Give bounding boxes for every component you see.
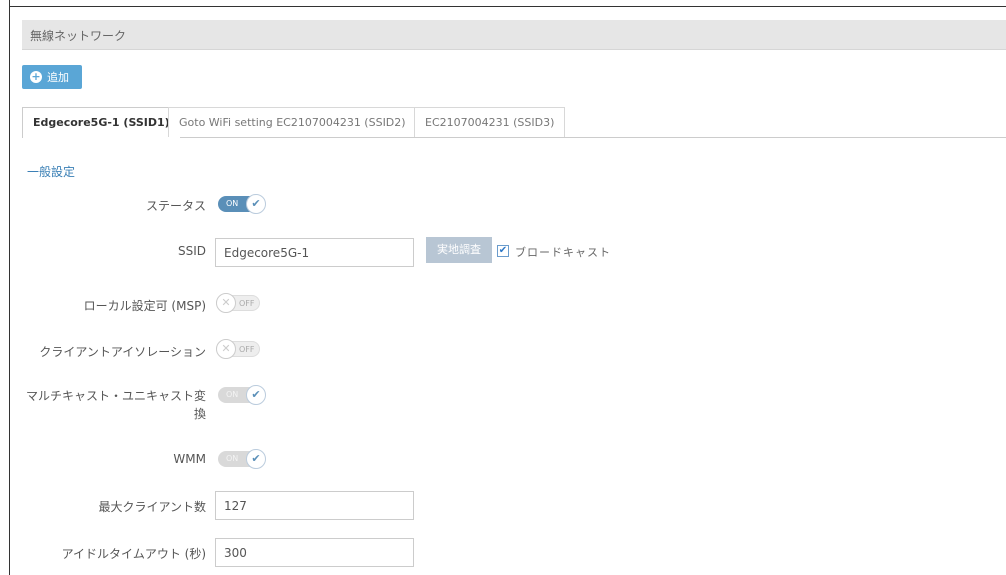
add-button-label: 追加	[47, 71, 69, 84]
ssid-label: SSID	[177, 244, 206, 258]
multicast-label: マルチキャスト・ユニキャスト変 換	[26, 387, 206, 423]
plus-circle-icon: +	[30, 70, 42, 83]
status-label: ステータス	[145, 199, 206, 213]
max-clients-input[interactable]: 127	[215, 491, 414, 520]
x-icon: ✕	[216, 339, 236, 359]
tab-ssid3[interactable]: EC2107004231 (SSID3)	[414, 107, 566, 137]
tab-ssid1[interactable]: Edgecore5G-1 (SSID1)	[22, 107, 181, 138]
wmm-label: WMM	[173, 452, 206, 466]
tab-ssid2[interactable]: Goto WiFi setting EC2107004231 (SSID2)	[168, 107, 417, 137]
multicast-label-line2: 換	[193, 407, 206, 421]
x-icon: ✕	[216, 293, 236, 313]
local-config-toggle[interactable]: OFF ✕	[216, 292, 281, 314]
check-icon: ✔	[246, 449, 266, 469]
wmm-toggle[interactable]: ON ✔	[218, 448, 283, 470]
local-config-label: ローカル設定可 (MSP)	[83, 299, 206, 313]
multicast-toggle[interactable]: ON ✔	[218, 384, 283, 406]
status-toggle[interactable]: ON ✔	[218, 193, 283, 215]
broadcast-checkbox[interactable]: ✔	[497, 245, 509, 257]
max-clients-label: 最大クライアント数	[98, 500, 206, 514]
content-frame	[9, 0, 1006, 575]
client-isolation-toggle[interactable]: OFF ✕	[216, 338, 281, 360]
broadcast-label: ブロードキャスト	[515, 246, 611, 259]
section-title: 一般設定	[27, 165, 76, 179]
ssid-input[interactable]: Edgecore5G-1	[215, 238, 414, 267]
check-icon: ✔	[246, 385, 266, 405]
add-button[interactable]: + 追加	[22, 65, 82, 89]
client-isolation-label: クライアントアイソレーション	[39, 345, 206, 359]
idle-timeout-label: アイドルタイムアウト (秒)	[61, 547, 206, 561]
site-survey-button[interactable]: 実地調査	[426, 237, 492, 263]
idle-timeout-input[interactable]: 300	[215, 538, 414, 567]
panel-header: 無線ネットワーク	[22, 20, 1006, 50]
multicast-label-line1: マルチキャスト・ユニキャスト変	[25, 389, 206, 403]
ssid-tabs: Edgecore5G-1 (SSID1) Goto WiFi setting E…	[22, 107, 1006, 138]
panel-title: 無線ネットワーク	[30, 29, 127, 43]
check-icon: ✔	[246, 194, 266, 214]
